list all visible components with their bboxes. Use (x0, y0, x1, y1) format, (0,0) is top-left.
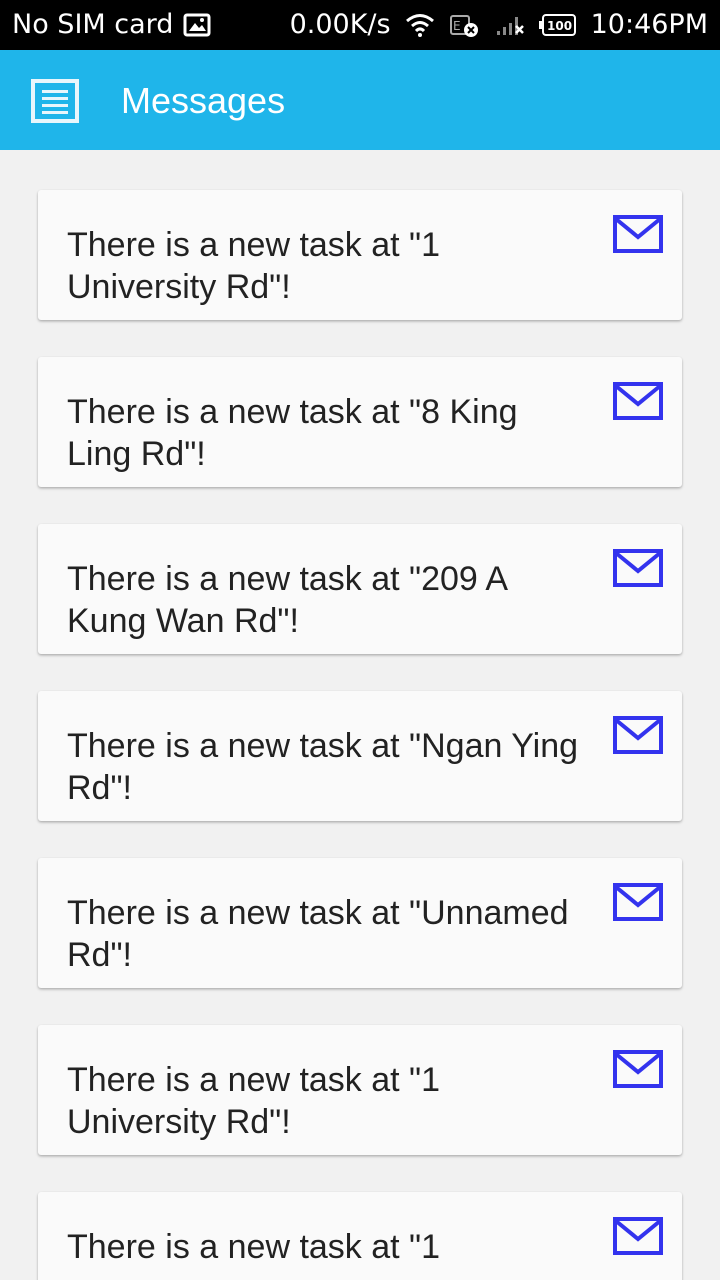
app-bar: Messages (0, 50, 720, 150)
menu-button[interactable] (30, 78, 80, 124)
clock: 10:46PM (590, 9, 708, 40)
message-list[interactable]: There is a new task at "1 University Rd"… (0, 150, 720, 1280)
message-card[interactable]: There is a new task at "1 (38, 1192, 682, 1280)
message-card[interactable]: There is a new task at "8 King Ling Rd"! (38, 357, 682, 487)
battery-level: 100 (547, 19, 572, 33)
image-notification-icon (183, 13, 211, 37)
message-text: There is a new task at "8 King Ling Rd"! (67, 393, 518, 473)
carrier-label: No SIM card (12, 9, 174, 40)
message-card[interactable]: There is a new task at "1 University Rd"… (38, 1025, 682, 1155)
message-card[interactable]: There is a new task at "1 University Rd"… (38, 190, 682, 320)
mail-icon (613, 382, 663, 420)
sim-error-icon: E (449, 12, 481, 38)
mail-icon (613, 215, 663, 253)
message-card[interactable]: There is a new task at "Ngan Ying Rd"! (38, 691, 682, 821)
network-speed: 0.00K/s (289, 9, 391, 40)
message-card[interactable]: There is a new task at "Unnamed Rd"! (38, 858, 682, 988)
menu-icon (31, 79, 79, 123)
svg-text:E: E (453, 19, 461, 33)
mail-icon (613, 716, 663, 754)
message-text: There is a new task at "1 University Rd"… (67, 1061, 441, 1141)
mail-icon (613, 883, 663, 921)
wifi-icon (405, 13, 435, 37)
page-title: Messages (121, 80, 286, 121)
message-text: There is a new task at "Ngan Ying Rd"! (67, 727, 579, 807)
mail-icon (613, 549, 663, 587)
message-text: There is a new task at "1 University Rd"… (67, 226, 441, 306)
status-bar: No SIM card 0.00K/s E 100 10:46PM (0, 0, 720, 50)
message-text: There is a new task at "1 (67, 1228, 441, 1266)
message-text: There is a new task at "Unnamed Rd"! (67, 894, 569, 974)
mail-icon (613, 1217, 663, 1255)
mail-icon (613, 1050, 663, 1088)
battery-icon: 100 (538, 13, 577, 36)
message-card[interactable]: There is a new task at "209 A Kung Wan R… (38, 524, 682, 654)
message-text: There is a new task at "209 A Kung Wan R… (67, 560, 507, 640)
signal-icon (495, 13, 525, 37)
